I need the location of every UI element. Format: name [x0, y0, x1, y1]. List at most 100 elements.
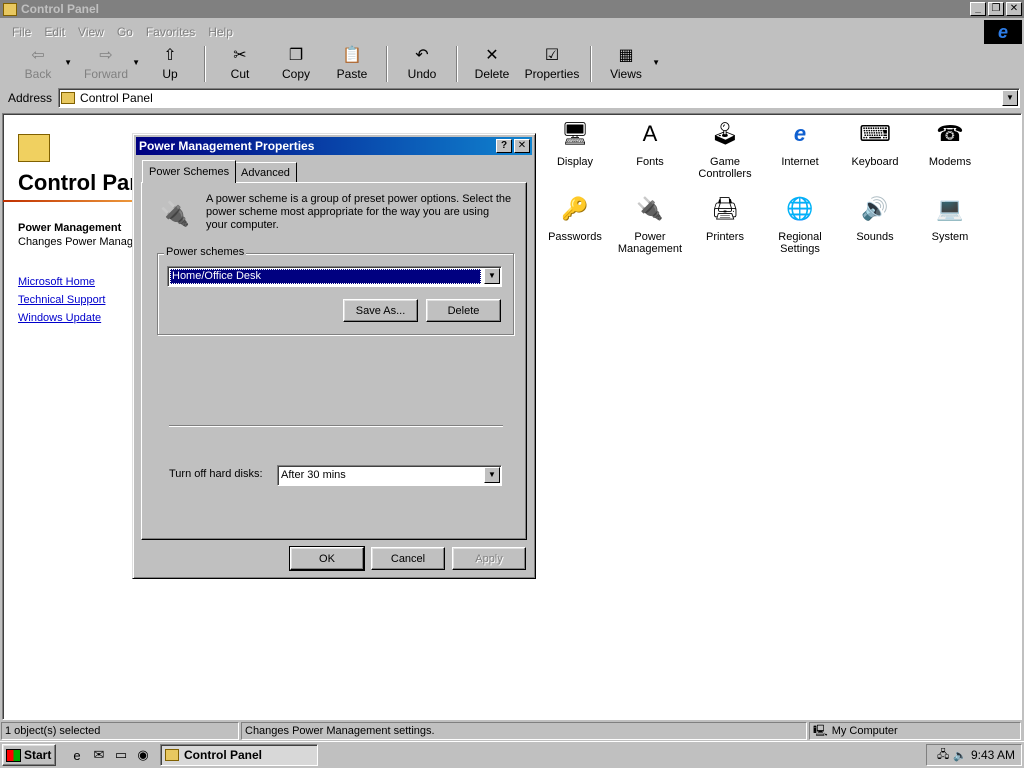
icon-sounds[interactable]: 🔊 Sounds — [838, 193, 912, 243]
forward-button[interactable]: ⇨ Forward ▼ — [78, 44, 140, 84]
icon-fonts[interactable]: A Fonts — [613, 118, 687, 168]
intro-text: A power scheme is a group of preset powe… — [206, 193, 512, 231]
delete-x-icon: ✕ — [485, 47, 499, 64]
control-panel-folder-icon — [165, 749, 179, 761]
copy-button[interactable]: ❐ Copy — [268, 44, 324, 84]
forward-arrow-icon: ⇨ — [99, 47, 113, 64]
menu-edit[interactable]: Edit — [44, 25, 65, 39]
link-microsoft-home[interactable]: Microsoft Home — [18, 276, 95, 288]
address-dropdown-button[interactable]: ▼ — [1002, 90, 1018, 106]
clock[interactable]: 9:43 AM — [971, 748, 1015, 762]
link-technical-support[interactable]: Technical Support — [18, 294, 105, 306]
dialog-close-button[interactable]: ✕ — [514, 139, 530, 153]
tab-advanced[interactable]: Advanced — [234, 162, 297, 182]
keys-icon: 🔑 — [561, 196, 589, 221]
start-button[interactable]: Start — [2, 744, 56, 766]
menu-bar: File Edit View Go Favorites Help — [0, 21, 1024, 43]
power-scheme-dropdown-button[interactable]: ▼ — [484, 268, 500, 284]
cancel-button[interactable]: Cancel — [371, 547, 445, 570]
windows-flag-icon — [6, 748, 21, 762]
link-windows-update[interactable]: Windows Update — [18, 312, 101, 324]
network-tray-icon[interactable]: 🖧 — [937, 746, 949, 765]
dialog-title-bar[interactable]: Power Management Properties ? ✕ — [136, 137, 532, 155]
web-view-pane: Control Panel Power Management Changes P… — [3, 114, 133, 719]
quicklaunch-desktop-icon[interactable]: ▭ — [112, 746, 130, 764]
properties-button[interactable]: ☑ Properties — [520, 44, 584, 84]
fonts-icon: A — [642, 121, 658, 146]
volume-tray-icon[interactable]: 🔈 — [953, 749, 967, 762]
scissors-icon: ✂ — [233, 47, 247, 64]
restore-button[interactable]: ❐ — [988, 2, 1004, 16]
hard-disk-timeout-select[interactable]: After 30 mins ▼ — [277, 465, 502, 486]
back-button[interactable]: ⇦ Back ▼ — [10, 44, 72, 84]
help-button[interactable]: ? — [496, 139, 512, 153]
toolbar: ⇦ Back ▼ ⇨ Forward ▼ ⇧ Up ✂ Cut ❐ Copy 📋 Paste ↶… — [2, 44, 1022, 86]
computer-icon: 💻 — [936, 196, 964, 221]
control-panel-large-icon — [18, 134, 50, 162]
icon-internet[interactable]: e Internet — [763, 118, 837, 168]
minimize-button[interactable]: _ — [970, 2, 986, 16]
pane-title: Control Panel — [18, 170, 133, 195]
quicklaunch-channels-icon[interactable]: ◉ — [134, 746, 152, 764]
tab-power-schemes[interactable]: Power Schemes — [142, 160, 237, 183]
selected-item-description: Changes Power Management settings. — [18, 236, 133, 248]
delete-button[interactable]: ✕ Delete — [464, 44, 520, 84]
keyboard-icon: ⌨ — [859, 121, 891, 146]
quicklaunch-ie-icon[interactable]: e — [68, 746, 86, 764]
views-grid-icon: ▦ — [618, 47, 634, 64]
save-as-button[interactable]: Save As... — [343, 299, 418, 322]
window-title-bar[interactable]: Control Panel _ ❐ ✕ — [0, 0, 1024, 18]
icon-display[interactable]: 🖥 Display — [538, 118, 612, 168]
delete-scheme-button[interactable]: Delete — [426, 299, 501, 322]
address-bar: Address Control Panel ▼ — [2, 87, 1022, 109]
icon-modems[interactable]: ☎ Modems — [913, 118, 987, 168]
ok-button[interactable]: OK — [289, 546, 365, 571]
toolbar-separator — [456, 46, 458, 82]
taskbar-button-control-panel[interactable]: Control Panel — [160, 744, 318, 766]
up-folder-icon: ⇧ — [163, 47, 177, 64]
control-panel-folder-icon — [61, 92, 76, 104]
power-schemes-label: Power schemes — [164, 246, 247, 258]
internet-icon: e — [793, 121, 807, 146]
clipboard-icon: 📋 — [342, 47, 362, 64]
icon-printers[interactable]: 🖨 Printers — [688, 193, 762, 243]
ie-logo-icon: e — [984, 20, 1022, 44]
selected-item-name: Power Management — [18, 222, 122, 234]
taskbar: Start e ✉ ▭ ◉ Control Panel 🖧 🔈 9:43 AM — [0, 741, 1024, 768]
toolbar-separator — [386, 46, 388, 82]
speaker-icon: 🔊 — [861, 196, 889, 221]
menu-file[interactable]: File — [12, 25, 31, 39]
close-button[interactable]: ✕ — [1006, 2, 1022, 16]
status-description: Changes Power Management settings. — [241, 722, 807, 740]
dialog-title: Power Management Properties — [139, 139, 315, 153]
icon-power-management[interactable]: 🔌 Power Management — [613, 193, 687, 255]
toolbar-separator — [590, 46, 592, 82]
cut-button[interactable]: ✂ Cut — [212, 44, 268, 84]
hard-disk-dropdown-button[interactable]: ▼ — [484, 467, 500, 483]
address-input[interactable]: Control Panel ▼ — [58, 88, 1020, 108]
icon-passwords[interactable]: 🔑 Passwords — [538, 193, 612, 243]
icon-game-controllers[interactable]: 🕹 Game Controllers — [688, 118, 762, 180]
menu-view[interactable]: View — [78, 25, 104, 39]
power-scheme-select[interactable]: Home/Office Desk ▼ — [167, 266, 502, 287]
quicklaunch-outlook-icon[interactable]: ✉ — [90, 746, 108, 764]
power-management-dialog: Power Management Properties ? ✕ Power Sc… — [132, 133, 536, 579]
views-button[interactable]: ▦ Views ▼ — [598, 44, 660, 84]
icon-system[interactable]: 💻 System — [913, 193, 987, 243]
menu-go[interactable]: Go — [117, 25, 133, 39]
tab-panel: 🔌 A power scheme is a group of preset po… — [141, 182, 527, 540]
joystick-icon: 🕹 — [711, 121, 739, 146]
settings-divider — [169, 425, 503, 427]
icon-regional-settings[interactable]: 🌐 Regional Settings — [763, 193, 837, 255]
apply-button[interactable]: Apply — [452, 547, 526, 570]
icon-keyboard[interactable]: ⌨ Keyboard — [838, 118, 912, 168]
status-selected-count: 1 object(s) selected — [1, 722, 239, 740]
address-label: Address — [8, 91, 53, 105]
hard-disk-label: Turn off hard disks: — [169, 468, 263, 480]
phone-icon: ☎ — [936, 121, 964, 146]
up-button[interactable]: ⇧ Up — [142, 44, 198, 84]
menu-favorites[interactable]: Favorites — [146, 25, 195, 39]
menu-help[interactable]: Help — [208, 25, 233, 39]
undo-button[interactable]: ↶ Undo — [394, 44, 450, 84]
paste-button[interactable]: 📋 Paste — [324, 44, 380, 84]
